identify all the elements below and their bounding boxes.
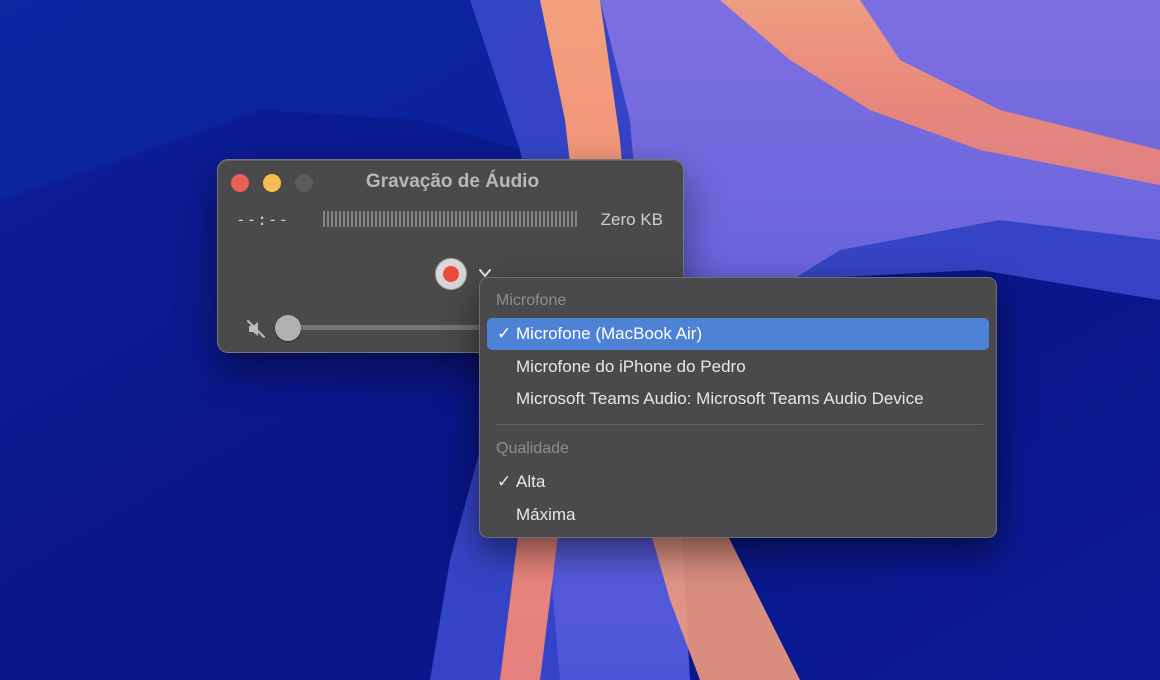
checkmark-icon: ✓ <box>497 472 512 491</box>
menu-header-microphone: Microfone <box>496 292 567 309</box>
menu-item-quality-alta[interactable]: ✓ Alta <box>487 466 989 498</box>
menu-header-quality: Qualidade <box>496 440 569 457</box>
audio-level-meter <box>323 211 579 227</box>
record-button[interactable] <box>435 258 467 290</box>
volume-slider-knob[interactable] <box>275 315 301 341</box>
menu-item-label: Microfone (MacBook Air) <box>516 324 703 343</box>
record-icon <box>443 266 459 282</box>
menu-item-microphone-iphone[interactable]: Microfone do iPhone do Pedro <box>487 351 989 383</box>
checkmark-icon: ✓ <box>497 324 512 343</box>
file-size-label: Zero KB <box>600 210 663 229</box>
speaker-muted-icon[interactable] <box>245 318 267 340</box>
menu-item-microphone-teams[interactable]: Microsoft Teams Audio: Microsoft Teams A… <box>487 383 989 415</box>
menu-item-label: Microfone do iPhone do Pedro <box>516 357 746 376</box>
volume-slider-track[interactable] <box>276 325 506 330</box>
menu-item-quality-maxima[interactable]: Máxima <box>487 499 989 531</box>
menu-separator <box>495 424 983 425</box>
menu-item-microphone-macbook-air[interactable]: ✓ Microfone (MacBook Air) <box>487 318 989 350</box>
elapsed-timecode: --:-- <box>236 210 290 229</box>
menu-item-label: Microsoft Teams Audio: Microsoft Teams A… <box>516 389 924 408</box>
recording-options-menu: Microfone ✓ Microfone (MacBook Air) Micr… <box>479 277 997 538</box>
menu-item-label: Alta <box>516 472 546 491</box>
menu-item-label: Máxima <box>516 505 576 524</box>
window-title: Gravação de Áudio <box>365 171 540 192</box>
